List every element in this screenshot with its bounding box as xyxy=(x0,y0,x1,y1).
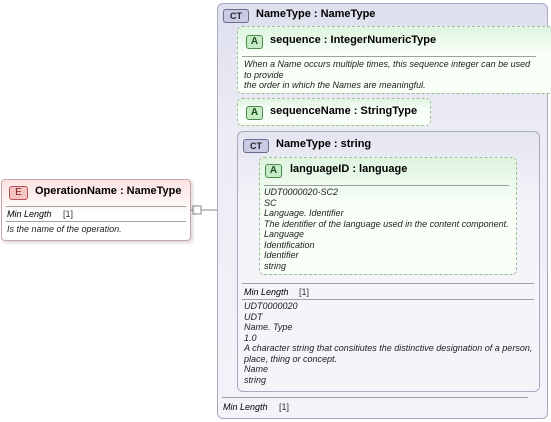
complex-type-title: NameType : NameType xyxy=(256,8,376,20)
attribute-language-id[interactable]: A languageID : language UDT0000020-SC2 S… xyxy=(259,157,517,275)
element-badge: E xyxy=(9,186,28,200)
facet-value: [1] xyxy=(299,287,310,297)
attribute-badge: A xyxy=(246,35,263,49)
facet-label: Min Length xyxy=(244,287,289,297)
inner-complex-type-badge: CT xyxy=(243,139,269,153)
element-box[interactable]: E OperationName : NameType Min Length [1… xyxy=(1,179,191,241)
element-doc: Is the name of the operation. xyxy=(7,224,122,234)
facet-value: [1] xyxy=(279,402,290,412)
complex-type-badge: CT xyxy=(223,9,249,23)
inner-complex-type-box[interactable]: CT NameType : string A languageID : lang… xyxy=(237,131,540,392)
facet-label: Min Length xyxy=(7,209,52,219)
attribute-doc: When a Name occurs multiple times, this … xyxy=(244,59,531,90)
divider xyxy=(6,221,186,222)
inner-complex-type-title: NameType : string xyxy=(276,138,372,150)
attribute-sequence[interactable]: A sequence : IntegerNumericType When a N… xyxy=(237,26,551,94)
facet-label: Min Length xyxy=(223,402,268,412)
facet-value: [1] xyxy=(63,209,74,219)
attribute-badge: A xyxy=(265,164,282,178)
attribute-title: sequenceName : StringType xyxy=(270,105,418,117)
connector-node xyxy=(192,205,202,215)
attribute-title: languageID : language xyxy=(290,163,408,175)
divider xyxy=(222,397,528,398)
attribute-doc: UDT0000020-SC2 SC Language. Identifier T… xyxy=(264,187,509,271)
divider xyxy=(6,206,186,207)
attribute-title: sequence : IntegerNumericType xyxy=(270,34,437,46)
complex-type-box[interactable]: CT NameType : NameType A sequence : Inte… xyxy=(217,3,551,419)
divider xyxy=(242,299,534,300)
divider xyxy=(242,283,534,284)
attribute-badge: A xyxy=(246,106,263,120)
element-title: OperationName : NameType xyxy=(35,185,182,197)
inner-type-doc: UDT0000020 UDT Name. Type 1.0 A characte… xyxy=(244,301,533,385)
divider xyxy=(264,185,509,186)
attribute-sequence-name[interactable]: A sequenceName : StringType xyxy=(237,98,431,126)
divider xyxy=(242,56,536,57)
